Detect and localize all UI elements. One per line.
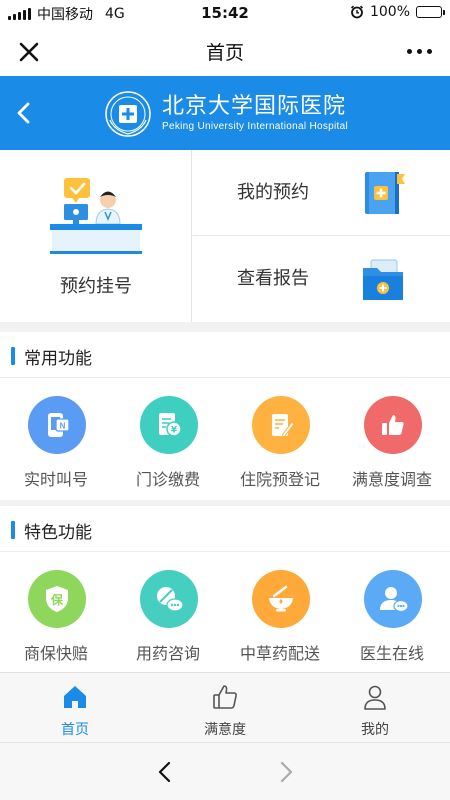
report-folder-icon [363, 259, 403, 300]
section-header: 常用功能 [0, 332, 450, 378]
svg-text:N: N [60, 422, 66, 431]
tab-satisfaction[interactable]: 满意度 [150, 673, 300, 743]
grid-item-label: 用药咨询 [135, 644, 200, 663]
status-bar: 中国移动 4G 15:42 100% [0, 0, 450, 26]
hospital-name-en: Peking University International Hospital [162, 121, 348, 132]
satisfaction-survey-button[interactable]: 满意度调查 [336, 378, 448, 500]
page-title: 首页 [205, 42, 244, 64]
tab-label: 首页 [61, 722, 89, 738]
hospital-name: 北京大学国际医院 Peking University International… [162, 94, 348, 134]
tab-home[interactable]: 首页 [0, 673, 150, 743]
grid-item-label: 中草药配送 [239, 644, 320, 663]
doctor-chat-icon [364, 570, 422, 628]
doctor-online-button[interactable]: 医生在线 [336, 552, 448, 674]
edit-form-icon [252, 396, 310, 454]
herb-bowl-icon [252, 570, 310, 628]
common-functions-grid: N 实时叫号 ¥ 门诊缴费 住院预登记 满意度调查 [0, 378, 450, 500]
appointment-label: 预约挂号 [60, 276, 132, 297]
hospital-emblem-icon [105, 91, 151, 137]
common-functions-section: 常用功能 N 实时叫号 ¥ 门诊缴费 住院预登记 满意度调查 [0, 332, 450, 500]
tab-bar: 首页 满意度 我的 [0, 672, 450, 742]
svg-text:¥: ¥ [171, 426, 178, 436]
pill-chat-icon [140, 570, 198, 628]
view-report-button[interactable]: 查看报告 [193, 236, 450, 322]
feature-functions-section: 特色功能 保 商保快赔 用药咨询 中草药配送 医生在线 [0, 506, 450, 672]
herb-delivery-button[interactable]: 中草药配送 [224, 552, 336, 674]
thumbs-up-icon [364, 396, 422, 454]
my-appointments-button[interactable]: 我的预约 [193, 150, 450, 236]
view-report-label: 查看报告 [237, 268, 309, 289]
battery-icon [416, 6, 445, 18]
section-accent-bar [11, 521, 15, 539]
realtime-queue-button[interactable]: N 实时叫号 [0, 378, 112, 500]
grid-item-label: 医生在线 [359, 644, 424, 663]
hospital-logo: 北京大学国际医院 Peking University International… [104, 90, 348, 138]
medical-folder-icon [365, 172, 405, 214]
appointment-illustration [50, 178, 142, 254]
forward-arrow-icon[interactable] [272, 759, 298, 785]
thumbs-up-outline-icon [213, 685, 237, 709]
home-icon [64, 686, 86, 708]
grid-item-label: 实时叫号 [23, 470, 88, 489]
payment-icon: ¥ [140, 396, 198, 454]
section-header: 特色功能 [0, 506, 450, 552]
feature-functions-grid: 保 商保快赔 用药咨询 中草药配送 医生在线 [0, 552, 450, 672]
tab-profile[interactable]: 我的 [300, 673, 450, 743]
shield-icon: 保 [28, 570, 86, 628]
chevron-left-icon[interactable] [12, 98, 36, 128]
quick-actions: 预约挂号 我的预约 查看报告 [0, 150, 450, 322]
top-nav: 首页 [0, 26, 450, 76]
alarm-icon [350, 5, 364, 19]
grid-item-label: 住院预登记 [239, 470, 320, 489]
battery-percent: 100% [369, 4, 410, 20]
section-title: 特色功能 [24, 523, 92, 543]
tab-label: 满意度 [204, 722, 246, 738]
tab-label: 我的 [361, 722, 389, 738]
hospital-header: 北京大学国际医院 Peking University International… [0, 76, 450, 150]
inpatient-preregister-button[interactable]: 住院预登记 [224, 378, 336, 500]
shield-glyph: 保 [50, 592, 64, 607]
grid-item-label: 满意度调查 [351, 470, 432, 489]
grid-item-label: 商保快赔 [23, 644, 88, 663]
status-right: 100% [350, 4, 445, 20]
medication-consult-button[interactable]: 用药咨询 [112, 552, 224, 674]
hospital-name-cn: 北京大学国际医院 [162, 94, 347, 119]
insurance-claim-button[interactable]: 保 商保快赔 [0, 552, 112, 674]
section-accent-bar [11, 347, 15, 365]
phone-queue-icon: N [28, 396, 86, 454]
user-icon [364, 685, 386, 710]
appointment-button[interactable]: 预约挂号 [0, 150, 192, 322]
browser-nav-bar [0, 742, 450, 800]
grid-item-label: 门诊缴费 [135, 470, 200, 489]
more-icon[interactable] [402, 38, 436, 64]
section-title: 常用功能 [24, 349, 92, 369]
my-appointments-label: 我的预约 [237, 182, 309, 203]
outpatient-payment-button[interactable]: ¥ 门诊缴费 [112, 378, 224, 500]
back-arrow-icon[interactable] [153, 759, 179, 785]
